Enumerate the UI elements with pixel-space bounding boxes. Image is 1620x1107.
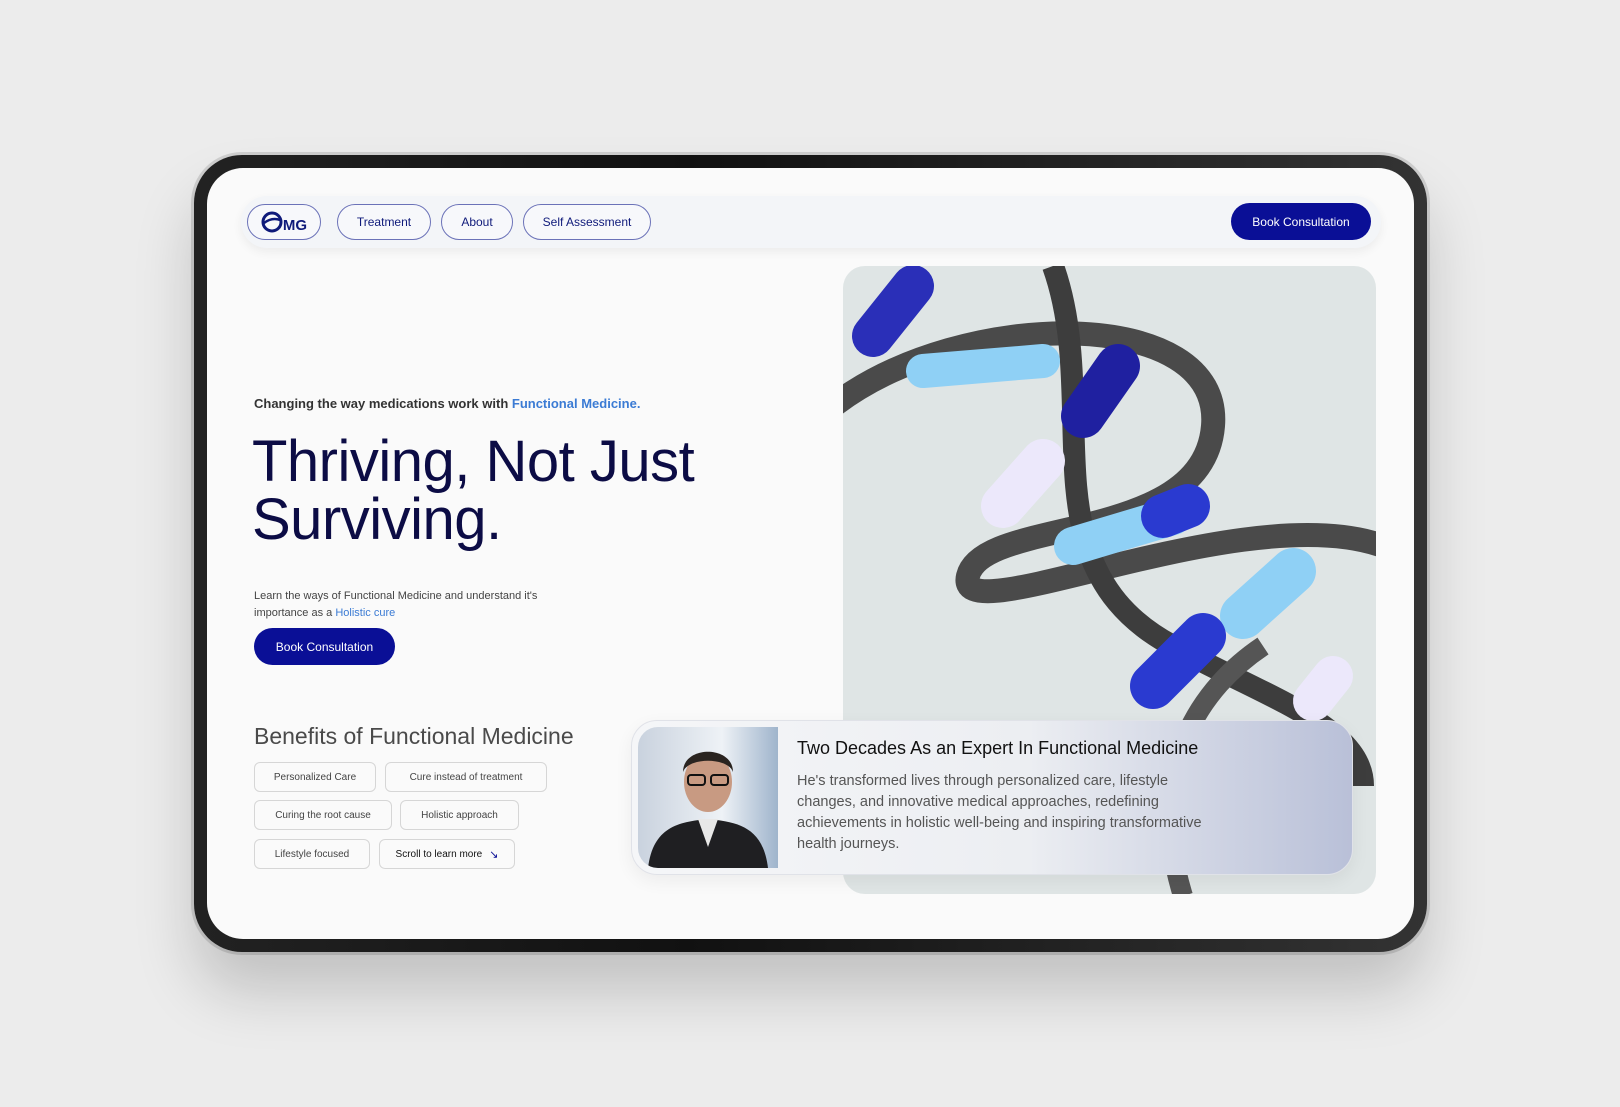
tablet-frame: MG Treatment About Self Assessment Book … bbox=[194, 155, 1427, 952]
website-screen: MG Treatment About Self Assessment Book … bbox=[207, 168, 1414, 939]
expert-card: Two Decades As an Expert In Functional M… bbox=[631, 720, 1353, 875]
card-text: He's transformed lives through personali… bbox=[797, 773, 1202, 852]
doctor-photo bbox=[638, 727, 778, 868]
functional-medicine-link[interactable]: Functional Medicine. bbox=[512, 396, 641, 411]
logo[interactable]: MG bbox=[247, 204, 321, 240]
navbar: MG Treatment About Self Assessment Book … bbox=[241, 196, 1381, 248]
desc-text: Learn the ways of Functional Medicine an… bbox=[254, 590, 538, 619]
hero-book-consultation-button[interactable]: Book Consultation bbox=[254, 628, 395, 665]
scroll-to-learn-more-button[interactable]: Scroll to learn more ↘ bbox=[379, 839, 515, 869]
card-title: Two Decades As an Expert In Functional M… bbox=[797, 738, 1199, 758]
nav-about[interactable]: About bbox=[441, 204, 513, 240]
benefit-tag: Cure instead of treatment bbox=[385, 762, 547, 792]
nav-treatment[interactable]: Treatment bbox=[337, 204, 431, 240]
logo-text: MG bbox=[282, 216, 308, 234]
globe-logo-icon bbox=[261, 211, 283, 233]
benefit-tag: Lifestyle focused bbox=[254, 839, 370, 869]
benefit-tag: Holistic approach bbox=[400, 800, 519, 830]
eyebrow-text: Changing the way medications work with bbox=[254, 396, 512, 411]
title-line-2: Surviving. bbox=[252, 487, 502, 552]
benefits-title: Benefits of Functional Medicine bbox=[254, 723, 574, 749]
benefit-tag: Personalized Care bbox=[254, 762, 376, 792]
hero-title: Thriving, Not Just Surviving. bbox=[252, 429, 695, 552]
nav-self-assessment[interactable]: Self Assessment bbox=[523, 204, 651, 240]
scroll-label: Scroll to learn more bbox=[395, 848, 483, 860]
benefit-tag: Curing the root cause bbox=[254, 800, 392, 830]
hero-eyebrow: Changing the way medications work with F… bbox=[254, 396, 640, 411]
arrow-down-right-icon: ↘ bbox=[489, 848, 499, 861]
nav-book-consultation-button[interactable]: Book Consultation bbox=[1231, 203, 1371, 240]
hero-description: Learn the ways of Functional Medicine an… bbox=[254, 588, 584, 622]
holistic-cure-link[interactable]: Holistic cure bbox=[335, 607, 395, 619]
title-line-1: Thriving, Not Just bbox=[252, 429, 695, 494]
